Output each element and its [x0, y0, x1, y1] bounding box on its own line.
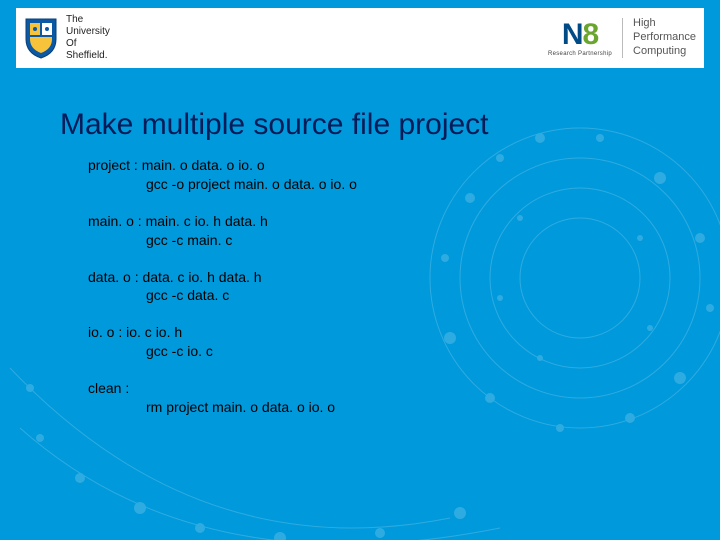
- hpc-line: Computing: [633, 45, 696, 59]
- rule-target: io. o : io. c io. h: [88, 323, 660, 342]
- rule-command: gcc -o project main. o data. o io. o: [88, 175, 660, 194]
- make-rule: project : main. o data. o io. o gcc -o p…: [88, 156, 660, 194]
- make-rule: main. o : main. c io. h data. h gcc -c m…: [88, 212, 660, 250]
- make-rule: data. o : data. c io. h data. h gcc -c d…: [88, 268, 660, 306]
- slide-title: Make multiple source file project: [60, 108, 660, 142]
- hpc-text: High Performance Computing: [633, 17, 696, 58]
- make-rule: clean : rm project main. o data. o io. o: [88, 379, 660, 417]
- uni-line: The: [66, 14, 110, 26]
- rule-target: main. o : main. c io. h data. h: [88, 212, 660, 231]
- hpc-line: High: [633, 17, 696, 31]
- n8-subtitle: Research Partnership: [548, 51, 612, 57]
- hpc-line: Performance: [633, 31, 696, 45]
- n8-mark: N8 Research Partnership: [548, 20, 612, 57]
- slide-content: Make multiple source file project projec…: [0, 68, 720, 417]
- header: The University Of Sheffield. N8 Research…: [16, 8, 704, 68]
- uni-line: Of: [66, 38, 110, 50]
- makefile-rules: project : main. o data. o io. o gcc -o p…: [60, 156, 660, 417]
- make-rule: io. o : io. c io. h gcc -c io. c: [88, 323, 660, 361]
- university-logo: The University Of Sheffield.: [24, 14, 110, 62]
- n8-letter: N: [562, 18, 583, 51]
- rule-command: rm project main. o data. o io. o: [88, 398, 660, 417]
- n8-digit: 8: [582, 18, 598, 51]
- rule-target: data. o : data. c io. h data. h: [88, 268, 660, 287]
- rule-target: clean :: [88, 379, 660, 398]
- n8-hpc-logo: N8 Research Partnership High Performance…: [548, 17, 696, 58]
- logo-divider: [622, 18, 623, 58]
- rule-command: gcc -c data. c: [88, 286, 660, 305]
- shield-icon: [24, 17, 58, 59]
- uni-line: University: [66, 26, 110, 38]
- rule-target: project : main. o data. o io. o: [88, 156, 660, 175]
- uni-line: Sheffield.: [66, 50, 110, 62]
- university-name: The University Of Sheffield.: [66, 14, 110, 62]
- rule-command: gcc -c io. c: [88, 342, 660, 361]
- rule-command: gcc -c main. c: [88, 231, 660, 250]
